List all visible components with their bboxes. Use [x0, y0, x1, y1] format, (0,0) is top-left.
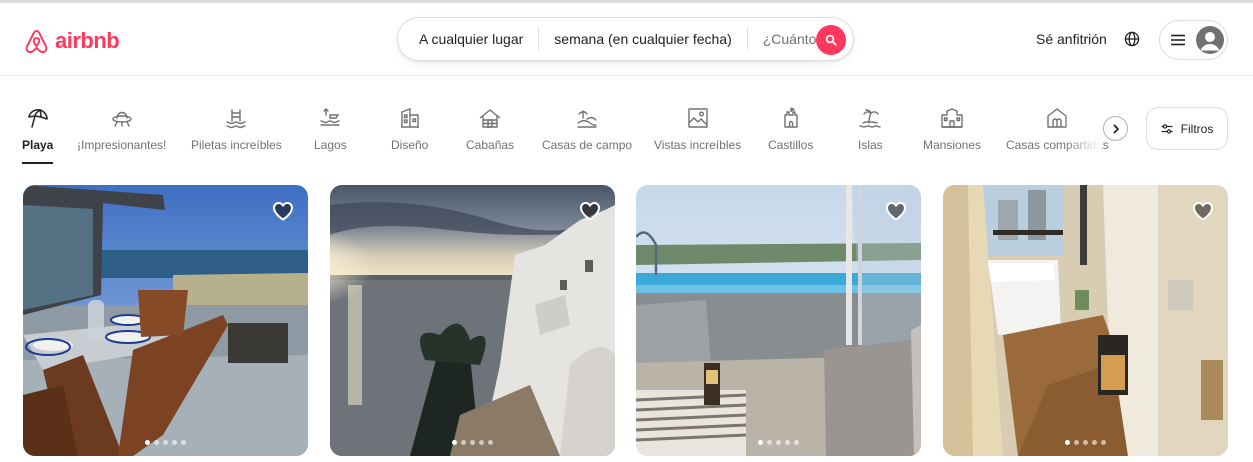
category-impresionantes[interactable]: ¡Impresionantes!: [77, 106, 166, 162]
image-pagination: [23, 440, 308, 445]
heart-icon[interactable]: [578, 199, 602, 223]
pagination-dot[interactable]: [154, 440, 159, 445]
pagination-dot[interactable]: [181, 440, 186, 445]
category-piletas[interactable]: Piletas increíbles: [191, 106, 282, 162]
become-host-link[interactable]: Sé anfitrión: [1030, 27, 1113, 51]
pagination-dot[interactable]: [1092, 440, 1097, 445]
listing-card[interactable]: [330, 185, 615, 456]
pagination-dot[interactable]: [1083, 440, 1088, 445]
pagination-dot[interactable]: [1065, 440, 1070, 445]
chevron-right-icon: [1113, 124, 1119, 133]
language-button[interactable]: [1120, 27, 1144, 51]
category-lagos[interactable]: Lagos: [314, 106, 347, 162]
mansion-icon: [940, 106, 964, 130]
category-label: Lagos: [314, 138, 347, 152]
filters-icon: [1161, 123, 1173, 134]
ufo-icon: [110, 106, 134, 130]
island-icon: [858, 106, 882, 130]
pagination-dot[interactable]: [163, 440, 168, 445]
category-label: Piletas increíbles: [191, 138, 282, 152]
pagination-dot[interactable]: [794, 440, 799, 445]
filters-button[interactable]: Filtros: [1146, 107, 1228, 150]
category-label: Vistas increíbles: [654, 138, 742, 152]
pagination-dot[interactable]: [1101, 440, 1106, 445]
pagination-dot[interactable]: [776, 440, 781, 445]
category-islas[interactable]: Islas: [858, 106, 883, 162]
lake-icon: [318, 106, 342, 130]
design-building-icon: [398, 106, 422, 130]
cabin-icon: [478, 106, 502, 130]
category-label: Cabañas: [466, 138, 515, 152]
listing-card[interactable]: [636, 185, 921, 456]
listing-photo: [330, 185, 615, 456]
category-bar: Playa ¡Impresionantes! Piletas increíble…: [0, 96, 1253, 166]
brand-name: airbnb: [55, 28, 120, 53]
filters-label: Filtros: [1180, 121, 1214, 136]
category-label: Mansiones: [923, 138, 982, 152]
airbnb-logo-icon: [25, 29, 48, 53]
hamburger-icon: [1171, 34, 1185, 46]
pagination-dot[interactable]: [470, 440, 475, 445]
category-castillos[interactable]: Castillos: [768, 106, 813, 162]
listing-photo: [23, 185, 308, 456]
category-label: Casas de campo: [542, 138, 633, 152]
pagination-dot[interactable]: [758, 440, 763, 445]
pool-icon: [224, 106, 248, 130]
category-label: Islas: [858, 138, 883, 152]
category-fade: [1062, 96, 1102, 166]
listing-photo: [636, 185, 921, 456]
search-dates[interactable]: semana (en cualquier fecha): [539, 18, 746, 60]
pagination-dot[interactable]: [479, 440, 484, 445]
user-menu-button[interactable]: [1159, 20, 1228, 60]
pagination-dot[interactable]: [1074, 440, 1079, 445]
user-avatar-icon: [1196, 26, 1224, 54]
category-diseno[interactable]: Diseño: [391, 106, 428, 162]
category-playa[interactable]: Playa: [22, 106, 54, 164]
listing-photo: [943, 185, 1228, 456]
heart-icon[interactable]: [1191, 199, 1215, 223]
airbnb-logo[interactable]: airbnb: [23, 25, 120, 57]
pagination-dot[interactable]: [145, 440, 150, 445]
heart-icon[interactable]: [271, 199, 295, 223]
search-bar[interactable]: A cualquier lugar semana (en cualquier f…: [397, 17, 854, 61]
image-pagination: [943, 440, 1228, 445]
pagination-dot[interactable]: [785, 440, 790, 445]
beach-umbrella-icon: [26, 106, 50, 130]
category-cabanas[interactable]: Cabañas: [466, 106, 514, 162]
pagination-dot[interactable]: [488, 440, 493, 445]
pagination-dot[interactable]: [452, 440, 457, 445]
listing-card[interactable]: [23, 185, 308, 456]
category-label: Castillos: [768, 138, 814, 152]
image-pagination: [330, 440, 615, 445]
countryside-icon: [575, 106, 599, 130]
pagination-dot[interactable]: [767, 440, 772, 445]
castle-icon: [779, 106, 803, 130]
search-button[interactable]: [816, 25, 846, 55]
heart-icon[interactable]: [884, 199, 908, 223]
category-casas-de-campo[interactable]: Casas de campo: [542, 106, 632, 162]
search-location[interactable]: A cualquier lugar: [398, 18, 538, 60]
header: airbnb A cualquier lugar semana (en cual…: [0, 3, 1253, 76]
category-label: Diseño: [391, 138, 429, 152]
category-label: Playa: [22, 138, 54, 152]
search-icon: [825, 34, 837, 46]
listing-card[interactable]: [943, 185, 1228, 456]
pagination-dot[interactable]: [172, 440, 177, 445]
category-mansiones[interactable]: Mansiones: [923, 106, 981, 162]
category-next-button[interactable]: [1103, 116, 1128, 141]
image-pagination: [636, 440, 921, 445]
view-icon: [686, 106, 710, 130]
globe-icon: [1124, 31, 1140, 47]
category-label: ¡Impresionantes!: [77, 138, 167, 152]
category-vistas[interactable]: Vistas increíbles: [654, 106, 741, 162]
pagination-dot[interactable]: [461, 440, 466, 445]
